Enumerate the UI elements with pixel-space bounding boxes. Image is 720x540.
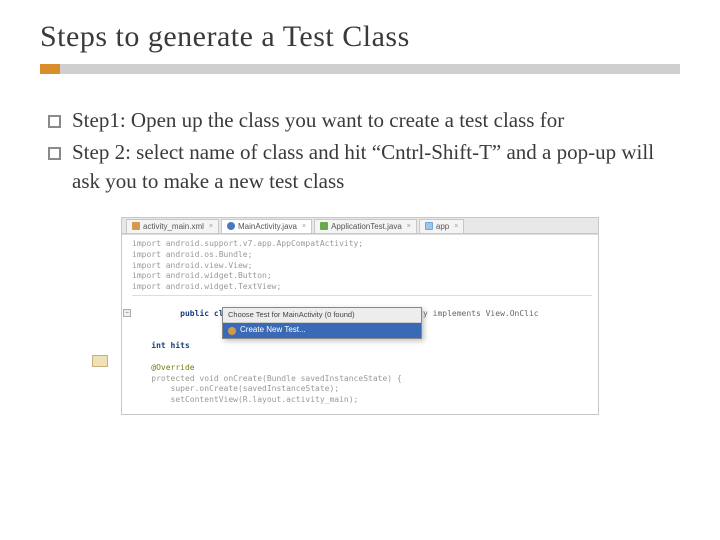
code-line: import android.os.Bundle; <box>132 250 592 261</box>
bullet-item: Step1: Open up the class you want to cre… <box>46 106 680 134</box>
tab-label: ApplicationTest.java <box>331 222 402 231</box>
code-line: import android.widget.TextView; <box>132 282 592 293</box>
code-line: import android.view.View; <box>132 261 592 272</box>
editor-tabs: activity_main.xml × MainActivity.java × … <box>122 218 598 234</box>
code-editor[interactable]: import android.support.v7.app.AppCompatA… <box>122 235 598 414</box>
close-icon[interactable]: × <box>407 223 411 230</box>
popup-title: Choose Test for MainActivity (0 found) <box>223 308 421 323</box>
java-class-icon <box>227 222 235 230</box>
tab-main-activity[interactable]: MainActivity.java × <box>221 219 312 233</box>
bullet-list: Step1: Open up the class you want to cre… <box>40 106 680 195</box>
slide-title: Steps to generate a Test Class <box>40 20 680 54</box>
bullet-item: Step 2: select name of class and hit “Cn… <box>46 138 680 195</box>
popup-item-label: Create New Test... <box>240 325 306 336</box>
create-new-test-item[interactable]: Create New Test... <box>223 323 421 338</box>
tab-label: activity_main.xml <box>143 222 204 231</box>
tab-app[interactable]: app × <box>419 219 464 233</box>
tab-application-test[interactable]: ApplicationTest.java × <box>314 219 417 233</box>
code-line: @Override <box>132 363 592 374</box>
code-line: import android.support.v7.app.AppCompatA… <box>132 239 592 250</box>
close-icon[interactable]: × <box>454 223 458 230</box>
code-line: super.onCreate(savedInstanceState); <box>132 384 592 395</box>
tab-label: MainActivity.java <box>238 222 297 231</box>
ide-screenshot: activity_main.xml × MainActivity.java × … <box>121 217 599 415</box>
gutter-marker <box>92 355 108 367</box>
close-icon[interactable]: × <box>302 223 306 230</box>
code-line: protected void onCreate(Bundle savedInst… <box>132 374 592 385</box>
code-line: int hits <box>132 341 592 352</box>
module-icon <box>425 222 433 230</box>
close-icon[interactable]: × <box>209 223 213 230</box>
tab-activity-main-xml[interactable]: activity_main.xml × <box>126 219 219 233</box>
test-class-icon <box>320 222 328 230</box>
code-line <box>132 352 592 363</box>
code-line: setContentView(R.layout.activity_main); <box>132 395 592 406</box>
title-underline <box>40 64 680 74</box>
fold-icon[interactable]: − <box>123 309 131 317</box>
xml-file-icon <box>132 222 140 230</box>
choose-test-popup: Choose Test for MainActivity (0 found) C… <box>222 307 422 339</box>
tab-label: app <box>436 222 449 231</box>
code-line: import android.widget.Button; <box>132 271 592 282</box>
lightbulb-icon <box>228 327 236 335</box>
